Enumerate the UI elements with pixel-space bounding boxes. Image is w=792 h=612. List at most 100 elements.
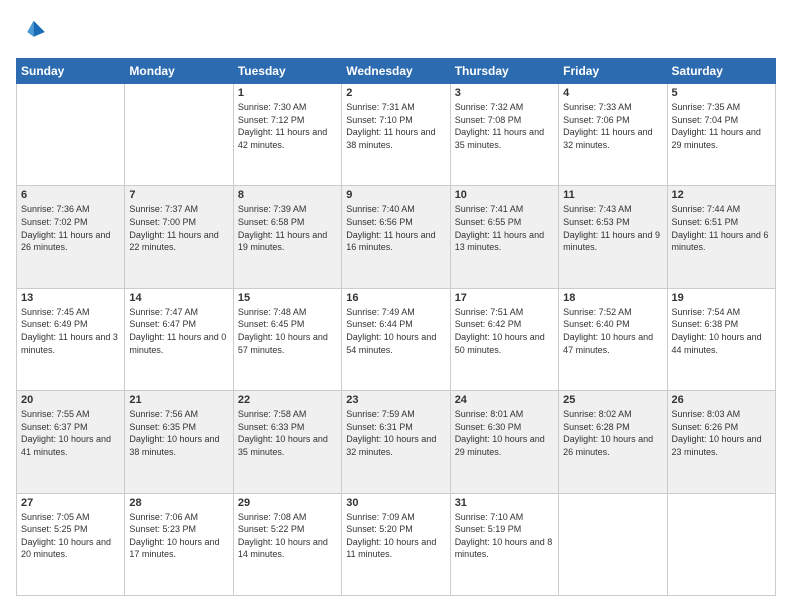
day-number: 6 [21,189,120,201]
calendar-header-row: SundayMondayTuesdayWednesdayThursdayFrid… [17,59,776,84]
day-number: 20 [21,394,120,406]
day-number: 24 [455,394,554,406]
calendar-cell: 25 Sunrise: 8:02 AM Sunset: 6:28 PM Dayli… [559,391,667,493]
calendar-cell [125,84,233,186]
day-number: 3 [455,87,554,99]
day-content: Sunrise: 8:01 AM Sunset: 6:30 PM Dayligh… [455,408,554,458]
day-content: Sunrise: 7:51 AM Sunset: 6:42 PM Dayligh… [455,306,554,356]
day-content: Sunrise: 7:41 AM Sunset: 6:55 PM Dayligh… [455,203,554,253]
calendar-week-row: 13 Sunrise: 7:45 AM Sunset: 6:49 PM Dayli… [17,288,776,390]
day-number: 19 [672,292,771,304]
header [16,16,776,48]
calendar-cell: 13 Sunrise: 7:45 AM Sunset: 6:49 PM Dayli… [17,288,125,390]
day-content: Sunrise: 7:10 AM Sunset: 5:19 PM Dayligh… [455,511,554,561]
calendar-cell [667,493,775,595]
day-content: Sunrise: 7:37 AM Sunset: 7:00 PM Dayligh… [129,203,228,253]
day-number: 25 [563,394,662,406]
day-number: 11 [563,189,662,201]
day-content: Sunrise: 7:05 AM Sunset: 5:25 PM Dayligh… [21,511,120,561]
day-content: Sunrise: 7:58 AM Sunset: 6:33 PM Dayligh… [238,408,337,458]
calendar-cell: 31 Sunrise: 7:10 AM Sunset: 5:19 PM Dayli… [450,493,558,595]
day-content: Sunrise: 7:09 AM Sunset: 5:20 PM Dayligh… [346,511,445,561]
day-number: 18 [563,292,662,304]
day-number: 23 [346,394,445,406]
calendar-cell: 3 Sunrise: 7:32 AM Sunset: 7:08 PM Daylig… [450,84,558,186]
calendar-cell: 30 Sunrise: 7:09 AM Sunset: 5:20 PM Dayli… [342,493,450,595]
calendar-cell: 8 Sunrise: 7:39 AM Sunset: 6:58 PM Daylig… [233,186,341,288]
day-number: 28 [129,497,228,509]
day-content: Sunrise: 7:31 AM Sunset: 7:10 PM Dayligh… [346,101,445,151]
day-number: 15 [238,292,337,304]
day-content: Sunrise: 7:59 AM Sunset: 6:31 PM Dayligh… [346,408,445,458]
calendar-cell: 24 Sunrise: 8:01 AM Sunset: 6:30 PM Dayli… [450,391,558,493]
calendar-cell: 19 Sunrise: 7:54 AM Sunset: 6:38 PM Dayli… [667,288,775,390]
calendar-cell: 4 Sunrise: 7:33 AM Sunset: 7:06 PM Daylig… [559,84,667,186]
day-content: Sunrise: 7:56 AM Sunset: 6:35 PM Dayligh… [129,408,228,458]
calendar-week-row: 20 Sunrise: 7:55 AM Sunset: 6:37 PM Dayli… [17,391,776,493]
calendar-cell: 5Sunrise: 7:35 AM Sunset: 7:04 PM Daylig… [667,84,775,186]
calendar-cell: 9 Sunrise: 7:40 AM Sunset: 6:56 PM Daylig… [342,186,450,288]
day-number: 31 [455,497,554,509]
day-number: 2 [346,87,445,99]
calendar-cell: 22Sunrise: 7:58 AM Sunset: 6:33 PM Dayli… [233,391,341,493]
day-content: Sunrise: 7:45 AM Sunset: 6:49 PM Dayligh… [21,306,120,356]
weekday-header: Wednesday [342,59,450,84]
weekday-header: Thursday [450,59,558,84]
calendar-cell: 27 Sunrise: 7:05 AM Sunset: 5:25 PM Dayli… [17,493,125,595]
page: SundayMondayTuesdayWednesdayThursdayFrid… [0,0,792,612]
day-number: 12 [672,189,771,201]
calendar-cell [559,493,667,595]
calendar-cell: 1Sunrise: 7:30 AM Sunset: 7:12 PM Daylig… [233,84,341,186]
day-number: 10 [455,189,554,201]
day-content: Sunrise: 7:55 AM Sunset: 6:37 PM Dayligh… [21,408,120,458]
logo-icon [16,16,48,48]
day-content: Sunrise: 7:36 AM Sunset: 7:02 PM Dayligh… [21,203,120,253]
day-number: 14 [129,292,228,304]
day-number: 21 [129,394,228,406]
calendar-week-row: 1Sunrise: 7:30 AM Sunset: 7:12 PM Daylig… [17,84,776,186]
day-number: 16 [346,292,445,304]
calendar-cell: 17 Sunrise: 7:51 AM Sunset: 6:42 PM Dayli… [450,288,558,390]
day-content: Sunrise: 7:32 AM Sunset: 7:08 PM Dayligh… [455,101,554,151]
day-content: Sunrise: 7:33 AM Sunset: 7:06 PM Dayligh… [563,101,662,151]
day-number: 7 [129,189,228,201]
weekday-header: Tuesday [233,59,341,84]
calendar-cell: 15Sunrise: 7:48 AM Sunset: 6:45 PM Dayli… [233,288,341,390]
day-number: 9 [346,189,445,201]
day-number: 26 [672,394,771,406]
calendar-week-row: 27 Sunrise: 7:05 AM Sunset: 5:25 PM Dayli… [17,493,776,595]
day-number: 30 [346,497,445,509]
day-content: Sunrise: 7:08 AM Sunset: 5:22 PM Dayligh… [238,511,337,561]
day-content: Sunrise: 7:06 AM Sunset: 5:23 PM Dayligh… [129,511,228,561]
weekday-header: Friday [559,59,667,84]
calendar-cell [17,84,125,186]
day-number: 27 [21,497,120,509]
day-number: 29 [238,497,337,509]
calendar-cell: 2 Sunrise: 7:31 AM Sunset: 7:10 PM Daylig… [342,84,450,186]
calendar-cell: 18 Sunrise: 7:52 AM Sunset: 6:40 PM Dayli… [559,288,667,390]
calendar-week-row: 6 Sunrise: 7:36 AM Sunset: 7:02 PM Daylig… [17,186,776,288]
calendar-cell: 29 Sunrise: 7:08 AM Sunset: 5:22 PM Dayli… [233,493,341,595]
calendar-cell: 20 Sunrise: 7:55 AM Sunset: 6:37 PM Dayli… [17,391,125,493]
logo [16,16,52,48]
day-content: Sunrise: 7:39 AM Sunset: 6:58 PM Dayligh… [238,203,337,253]
day-content: Sunrise: 8:03 AM Sunset: 6:26 PM Dayligh… [672,408,771,458]
day-content: Sunrise: 7:40 AM Sunset: 6:56 PM Dayligh… [346,203,445,253]
day-content: Sunrise: 7:47 AM Sunset: 6:47 PM Dayligh… [129,306,228,356]
day-number: 8 [238,189,337,201]
day-number: 4 [563,87,662,99]
day-content: Sunrise: 7:49 AM Sunset: 6:44 PM Dayligh… [346,306,445,356]
calendar-cell: 16 Sunrise: 7:49 AM Sunset: 6:44 PM Dayli… [342,288,450,390]
day-number: 5 [672,87,771,99]
day-number: 13 [21,292,120,304]
day-content: Sunrise: 7:43 AM Sunset: 6:53 PM Dayligh… [563,203,662,253]
weekday-header: Sunday [17,59,125,84]
day-content: Sunrise: 7:52 AM Sunset: 6:40 PM Dayligh… [563,306,662,356]
weekday-header: Monday [125,59,233,84]
day-content: Sunrise: 7:44 AM Sunset: 6:51 PM Dayligh… [672,203,771,253]
day-number: 17 [455,292,554,304]
day-content: Sunrise: 7:54 AM Sunset: 6:38 PM Dayligh… [672,306,771,356]
calendar-cell: 14 Sunrise: 7:47 AM Sunset: 6:47 PM Dayli… [125,288,233,390]
day-content: Sunrise: 8:02 AM Sunset: 6:28 PM Dayligh… [563,408,662,458]
calendar-cell: 7 Sunrise: 7:37 AM Sunset: 7:00 PM Daylig… [125,186,233,288]
